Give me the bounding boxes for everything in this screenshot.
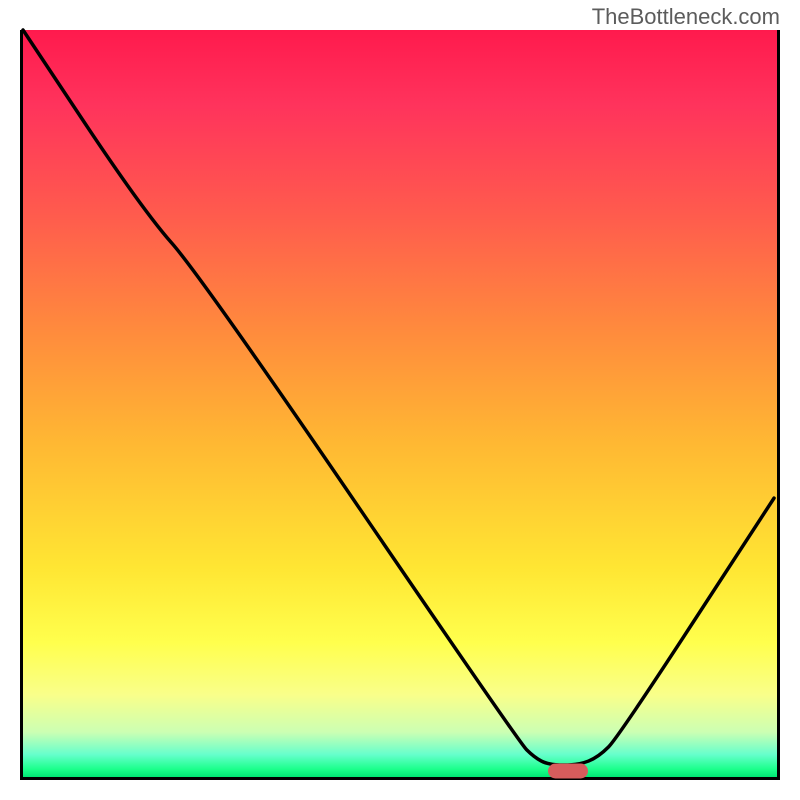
bottleneck-curve: [23, 30, 774, 765]
watermark-text: TheBottleneck.com: [592, 4, 780, 30]
curve-svg: [23, 30, 777, 777]
plot-area: [20, 30, 780, 780]
chart-container: TheBottleneck.com: [0, 0, 800, 800]
optimum-marker: [548, 764, 588, 779]
